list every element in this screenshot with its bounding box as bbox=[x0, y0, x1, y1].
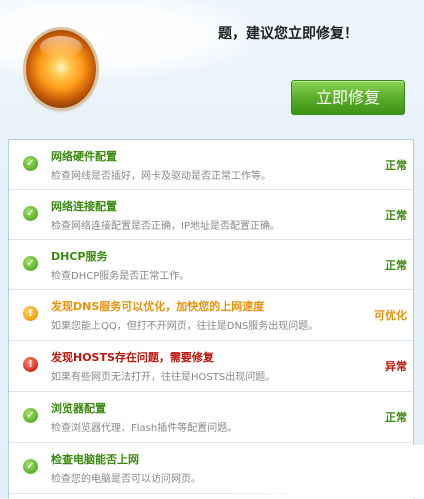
status-badge: 异常 bbox=[385, 360, 407, 373]
check-item-desc: 如果您能上QQ，但打不开网页，往往是DNS服务出现问题。 bbox=[51, 321, 319, 332]
status-badge: 正常 bbox=[385, 159, 407, 172]
check-item-title: DHCP服务 bbox=[51, 250, 108, 263]
check-item-desc: 检查DHCP服务是否正常工作。 bbox=[51, 271, 190, 282]
bottom-fade bbox=[220, 445, 424, 498]
check-item-title: 网络连接配置 bbox=[51, 200, 117, 213]
check-item-title: 发现HOSTS存在问题，需要修复 bbox=[51, 351, 214, 364]
check-circle-icon: ✓ bbox=[23, 256, 38, 271]
check-item-browser[interactable]: ✓ 浏览器配置 检查浏览器代理、Flash插件等配置问题。 正常 bbox=[9, 392, 413, 443]
check-circle-icon: ✓ bbox=[23, 459, 38, 474]
result-title: 题，建议您立即修复！ bbox=[218, 26, 358, 42]
check-item-title: 检查电脑能否上网 bbox=[51, 453, 139, 466]
status-badge: 可优化 bbox=[374, 309, 407, 322]
scan-orb-icon bbox=[26, 30, 96, 108]
check-item-title: 浏览器配置 bbox=[51, 402, 106, 415]
check-circle-icon: ✓ bbox=[23, 206, 38, 221]
check-item-dns[interactable]: ! 发现DNS服务可以优化，加快您的上网速度 如果您能上QQ，但打不开网页，往往… bbox=[9, 290, 413, 341]
check-item-desc: 检查网络连接配置是否正确，IP地址是否配置正确。 bbox=[51, 221, 280, 232]
status-badge: 正常 bbox=[385, 209, 407, 222]
header: 题，建议您立即修复！ 立即修复 bbox=[0, 0, 424, 130]
check-item-network-hardware[interactable]: ✓ 网络硬件配置 检查网线是否插好，网卡及驱动是否正常工作等。 正常 bbox=[9, 140, 413, 190]
check-item-desc: 检查浏览器代理、Flash插件等配置问题。 bbox=[51, 423, 238, 434]
check-circle-icon: ✓ bbox=[23, 408, 38, 423]
check-item-desc: 如果有些网页无法打开，往往是HOSTS出现问题。 bbox=[51, 372, 276, 383]
status-badge: 正常 bbox=[385, 259, 407, 272]
check-item-title: 网络硬件配置 bbox=[51, 150, 117, 163]
check-circle-icon: ✓ bbox=[23, 156, 38, 171]
check-item-network-connection[interactable]: ✓ 网络连接配置 检查网络连接配置是否正确，IP地址是否配置正确。 正常 bbox=[9, 190, 413, 240]
check-item-dhcp[interactable]: ✓ DHCP服务 检查DHCP服务是否正常工作。 正常 bbox=[9, 240, 413, 290]
check-item-title: 发现DNS服务可以优化，加快您的上网速度 bbox=[51, 300, 265, 313]
status-badge: 正常 bbox=[385, 411, 407, 424]
check-item-desc: 检查网线是否插好，网卡及驱动是否正常工作等。 bbox=[51, 171, 271, 182]
warning-circle-icon: ! bbox=[23, 306, 38, 321]
fix-now-button[interactable]: 立即修复 bbox=[291, 80, 405, 115]
error-circle-icon: ! bbox=[23, 357, 38, 372]
check-item-hosts[interactable]: ! 发现HOSTS存在问题，需要修复 如果有些网页无法打开，往往是HOSTS出现… bbox=[9, 341, 413, 392]
check-item-desc: 检查您的电脑是否可以访问网页。 bbox=[51, 474, 201, 485]
